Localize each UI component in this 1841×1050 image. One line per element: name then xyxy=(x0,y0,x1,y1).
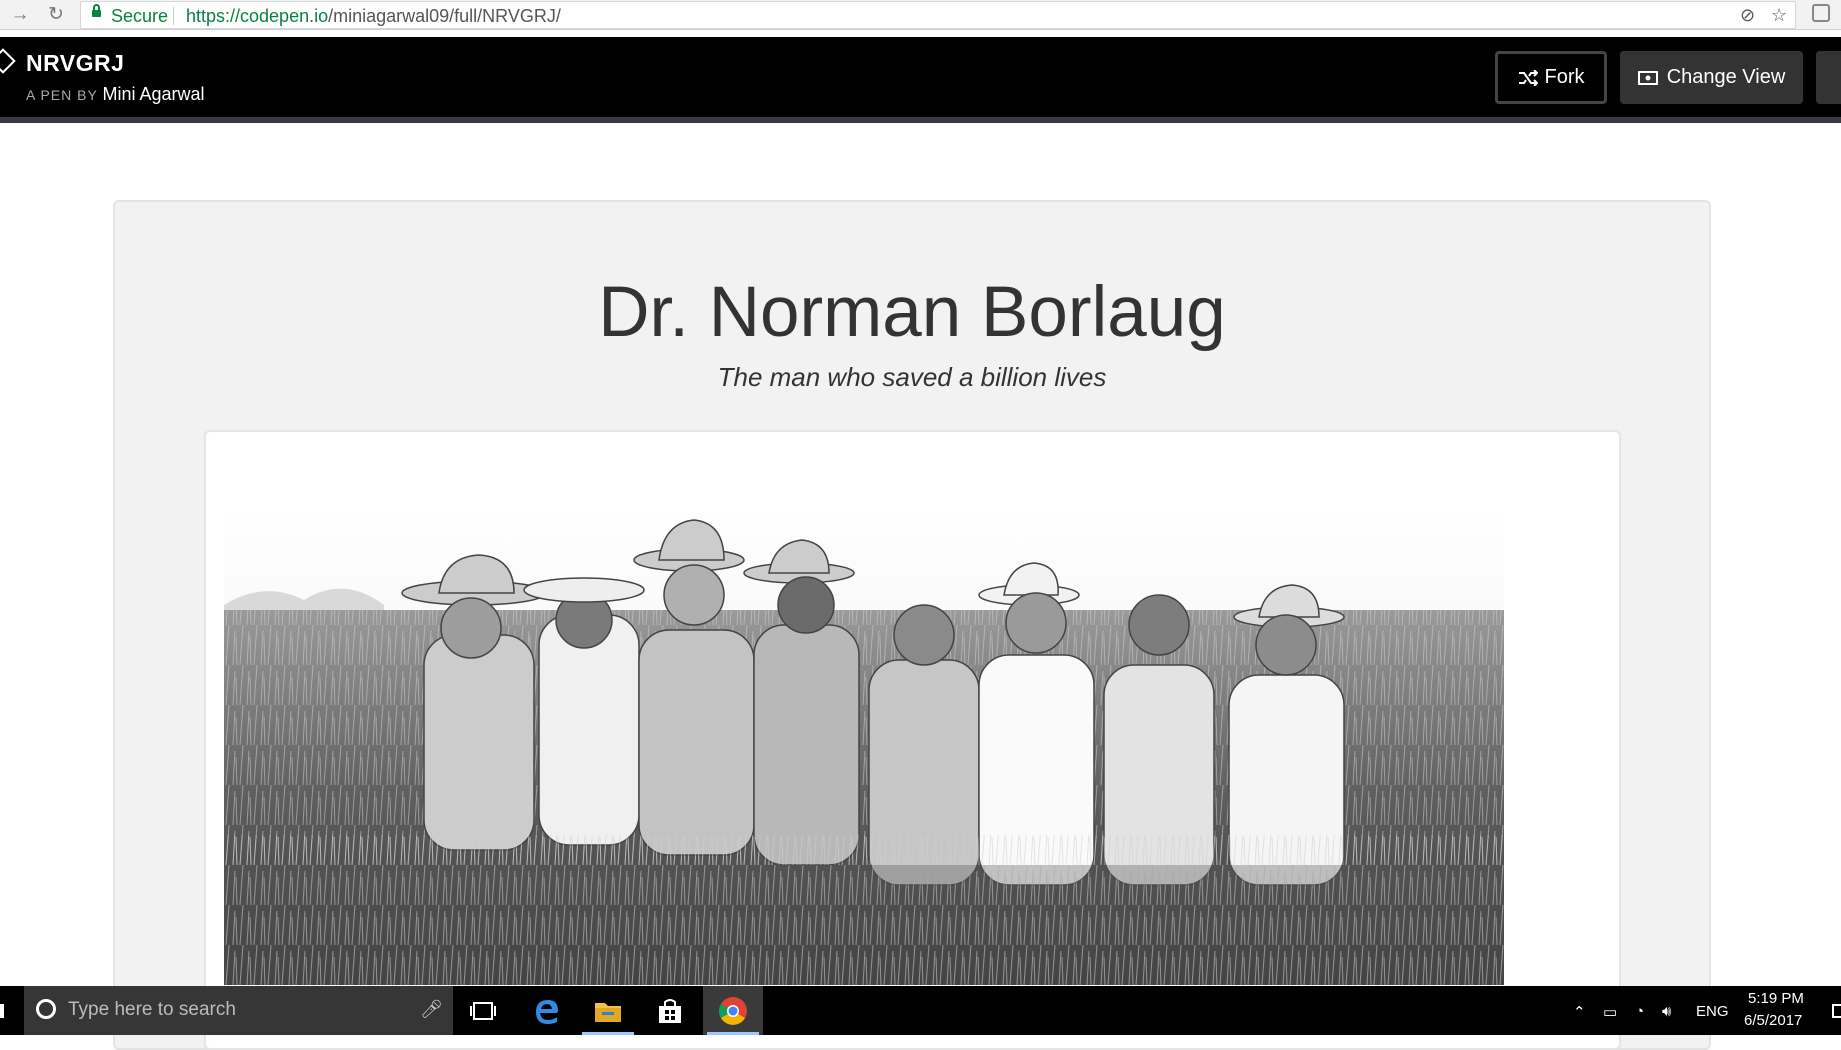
borlaug-photo xyxy=(224,505,1504,985)
file-explorer-icon[interactable] xyxy=(578,986,638,1035)
secure-label: Secure xyxy=(111,6,169,26)
change-view-label: Change View xyxy=(1666,66,1786,88)
clock-time[interactable]: 5:19 PM xyxy=(1748,990,1804,1007)
edge-browser-icon[interactable] xyxy=(517,986,577,1035)
forward-icon[interactable]: → xyxy=(8,3,32,27)
language-indicator[interactable]: ENG xyxy=(1696,1003,1729,1020)
translate-icon[interactable]: ⊘ xyxy=(1740,5,1755,26)
chrome-icon[interactable] xyxy=(703,986,763,1035)
extension-icon[interactable] xyxy=(1812,4,1830,22)
url-host: https://codepen.io xyxy=(186,6,329,26)
reload-icon[interactable]: ↻ xyxy=(44,3,68,27)
cortana-icon[interactable] xyxy=(36,999,56,1019)
divider xyxy=(173,7,174,25)
search-input[interactable]: Type here to search xyxy=(68,999,236,1021)
show-hidden-icons-chevron-icon[interactable]: ⌃ xyxy=(1573,1003,1586,1021)
author-link[interactable]: Mini Agarwal xyxy=(102,84,204,104)
photo-illustration xyxy=(224,505,1504,985)
pen-title: NRVGRJ xyxy=(26,50,125,76)
url-text[interactable]: https://codepen.io/miniagarwal09/full/NR… xyxy=(186,6,561,27)
clock-date[interactable]: 6/5/2017 xyxy=(1744,1012,1802,1029)
pen-by-label: A PEN BY xyxy=(26,87,98,103)
page-subtitle: The man who saved a billion lives xyxy=(717,362,1107,392)
url-path: /miniagarwal09/full/NRVGRJ/ xyxy=(328,6,561,26)
more-button[interactable] xyxy=(1816,51,1841,104)
battery-icon[interactable]: ▭ xyxy=(1603,1003,1617,1021)
start-button[interactable] xyxy=(0,1004,4,1018)
wifi-icon[interactable]: ◔ xyxy=(1635,1003,1644,1020)
lock-icon xyxy=(92,4,101,17)
browser-toolbar: → ↻ Secure https://codepen.io/miniagarwa… xyxy=(0,0,1841,30)
page-title: Dr. Norman Borlaug xyxy=(598,273,1226,352)
header-border xyxy=(0,117,1841,123)
fork-button[interactable]: Fork xyxy=(1495,51,1607,104)
pen-byline: A PEN BY Mini Agarwal xyxy=(26,84,205,105)
store-icon[interactable] xyxy=(640,986,700,1035)
fork-label: Fork xyxy=(1544,66,1585,88)
bookmark-star-icon[interactable]: ☆ xyxy=(1771,5,1787,26)
action-center-icon[interactable] xyxy=(1832,1004,1841,1018)
address-bar[interactable]: Secure https://codepen.io/miniagarwal09/… xyxy=(80,1,1796,29)
change-view-button[interactable]: Change View xyxy=(1620,51,1803,104)
view-icon xyxy=(1637,70,1658,85)
microphone-icon[interactable]: 🎤︎ xyxy=(420,999,443,1020)
volume-icon[interactable]: 🔊︎ xyxy=(1662,1003,1671,1020)
task-view-icon[interactable] xyxy=(453,986,513,1035)
fork-icon xyxy=(1518,69,1538,86)
